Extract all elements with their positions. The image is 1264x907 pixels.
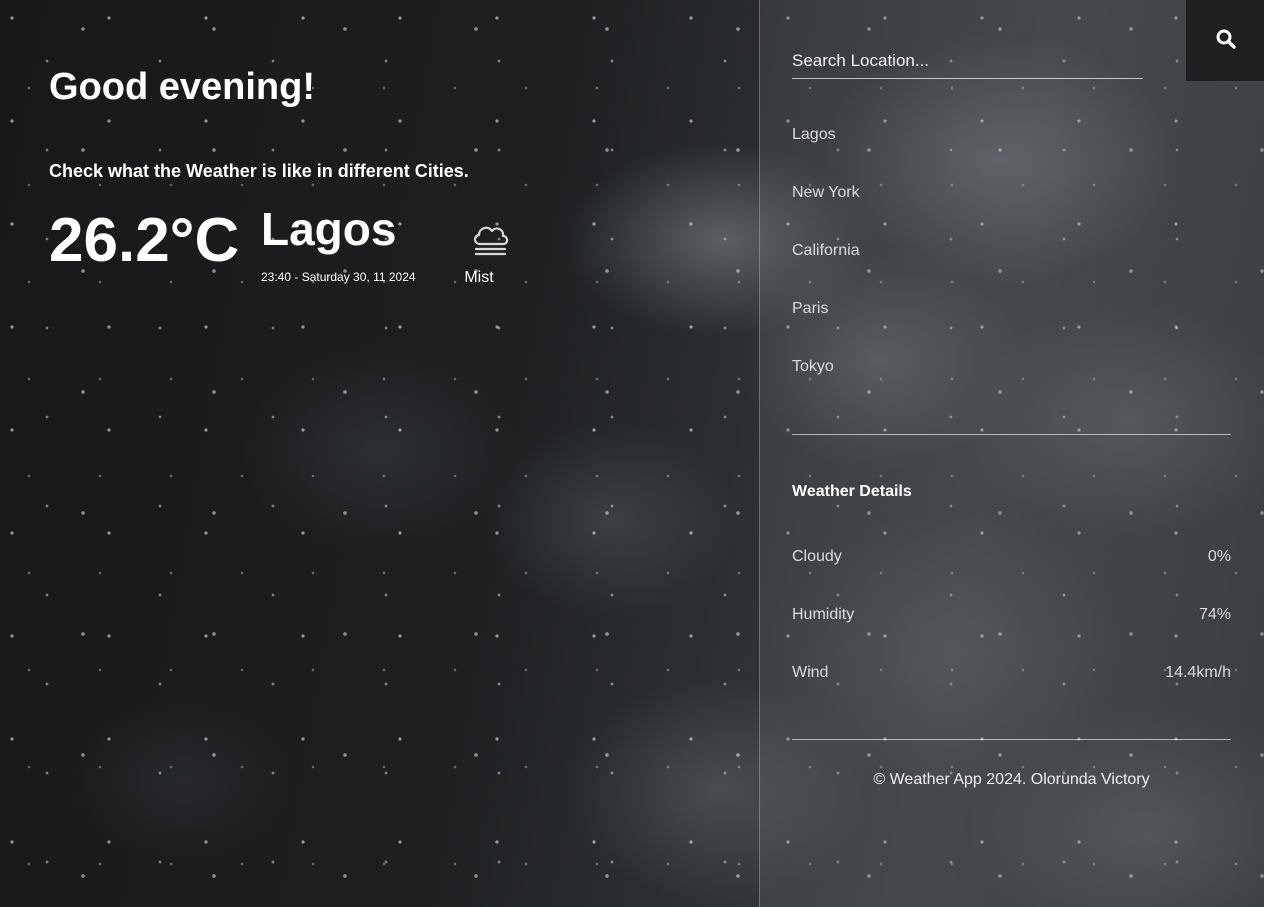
- detail-label: Wind: [792, 664, 829, 681]
- city-item-california[interactable]: California: [792, 242, 1232, 300]
- search-icon: [1215, 28, 1237, 53]
- city-name: Lagos: [261, 203, 397, 255]
- weather-details-list: Cloudy 0% Humidity 74% Wind 14.4km/h: [792, 548, 1231, 722]
- detail-label: Humidity: [792, 606, 855, 623]
- city-item-new-york[interactable]: New York: [792, 184, 1232, 242]
- search-button[interactable]: [1186, 0, 1264, 81]
- city-item-tokyo[interactable]: Tokyo: [792, 358, 1232, 416]
- weather-details-heading: Weather Details: [792, 483, 912, 500]
- detail-value: 0%: [1207, 548, 1231, 565]
- city-list: Lagos New York California Paris Tokyo: [792, 126, 1232, 416]
- search-input[interactable]: [792, 44, 1143, 79]
- detail-row-humidity: Humidity 74%: [792, 606, 1231, 664]
- divider: [792, 739, 1231, 740]
- cloud-mist-icon: [469, 220, 511, 260]
- city-item-paris[interactable]: Paris: [792, 300, 1232, 358]
- detail-row-cloudy: Cloudy 0%: [792, 548, 1231, 606]
- greeting-heading: Good evening!: [49, 66, 315, 108]
- divider: [792, 434, 1231, 435]
- side-panel: Lagos New York California Paris Tokyo We…: [759, 0, 1264, 907]
- footer-text: © Weather App 2024. Olorunda Victory: [873, 771, 1150, 788]
- condition-label: Mist: [464, 269, 494, 286]
- detail-value: 14.4km/h: [1165, 664, 1231, 681]
- city-item-lagos[interactable]: Lagos: [792, 126, 1232, 184]
- date-time: 23:40 - Saturday 30, 11 2024: [261, 270, 416, 284]
- subtitle-text: Check what the Weather is like in differ…: [49, 161, 469, 181]
- detail-row-wind: Wind 14.4km/h: [792, 664, 1231, 722]
- detail-value: 74%: [1198, 606, 1231, 623]
- temperature-value: 26.2°C: [49, 206, 240, 275]
- detail-label: Cloudy: [792, 548, 842, 565]
